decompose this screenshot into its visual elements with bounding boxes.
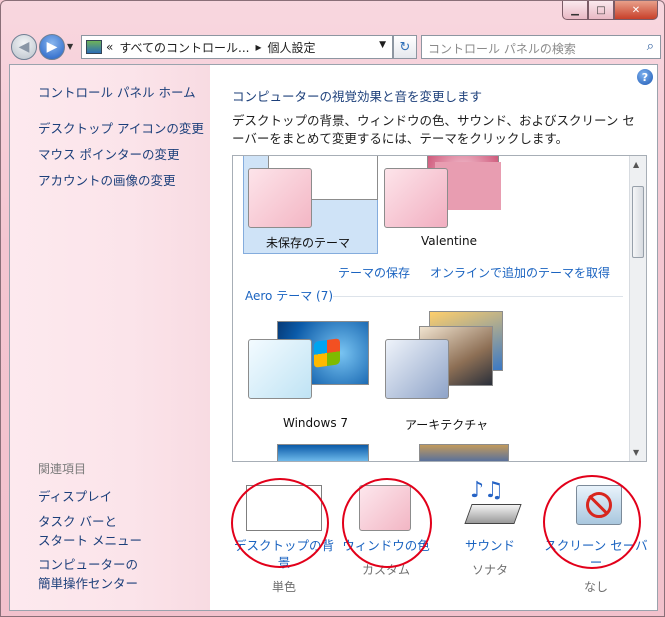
next-theme-thumb[interactable] <box>277 444 369 461</box>
breadcrumb-all-control-panel[interactable]: すべてのコントロール... <box>119 39 249 56</box>
scroll-down-icon[interactable]: ▼ <box>633 448 639 457</box>
sidebar: コントロール パネル ホーム デスクトップ アイコンの変更 マウス ポインターの… <box>10 65 210 610</box>
search-icon[interactable]: ⌕ <box>647 39 654 54</box>
valentine-window-thumb <box>384 168 448 228</box>
theme-windows-7[interactable]: Windows 7 <box>243 316 373 436</box>
sidebar-taskbar-line1: タスク バーと <box>38 514 117 529</box>
sidebar-control-panel-home[interactable]: コントロール パネル ホーム <box>38 82 196 101</box>
annotation-circle-window-color <box>342 478 432 568</box>
back-button[interactable]: ◀ <box>11 34 37 60</box>
theme-valentine[interactable]: ♥ Valentine <box>383 156 513 254</box>
page-title: コンピューターの視覚効果と音を変更します <box>232 89 483 104</box>
scroll-up-icon[interactable]: ▲ <box>633 160 639 169</box>
annotation-circle-screen-saver <box>543 475 641 569</box>
desktop-background-value: 単色 <box>271 580 296 594</box>
unsaved-theme-label: 未保存のテーマ <box>266 236 351 250</box>
sidebar-ease-line1: コンピューターの <box>38 557 139 572</box>
breadcrumb-personalization[interactable]: 個人設定 <box>268 39 316 56</box>
search-placeholder: コントロール パネルの検索 <box>428 42 576 56</box>
sidebar-change-mouse-pointer[interactable]: マウス ポインターの変更 <box>38 144 179 163</box>
sound-icon: ♪♫ <box>464 478 522 530</box>
close-button[interactable]: ✕ <box>614 1 658 20</box>
maximize-button[interactable]: □ <box>588 1 614 20</box>
sound-label[interactable]: サウンド <box>450 537 530 554</box>
breadcrumb-overflow[interactable]: « <box>106 40 113 54</box>
breadcrumb-separator[interactable]: ▸ <box>255 40 261 54</box>
refresh-button[interactable]: ↻ <box>393 35 417 59</box>
aero-divider <box>333 296 623 297</box>
sound-value: ソナタ <box>471 563 508 577</box>
sidebar-taskbar-line2: スタート メニュー <box>38 533 142 548</box>
valentine-theme-label: Valentine <box>421 234 477 248</box>
caption-buttons: ▁ □ ✕ <box>562 1 658 20</box>
annotation-circle-desktop-background <box>231 478 329 568</box>
windows7-theme-label: Windows 7 <box>283 416 349 430</box>
related-heading: 関連項目 <box>38 462 87 476</box>
music-note-icon: ♪♫ <box>470 478 504 503</box>
speaker-device-icon <box>464 504 522 524</box>
sidebar-change-desktop-icons[interactable]: デスクトップ アイコンの変更 <box>38 118 204 137</box>
sidebar-taskbar-start-menu[interactable]: タスク バーと スタート メニュー <box>38 512 142 550</box>
sidebar-display[interactable]: ディスプレイ <box>38 486 112 505</box>
page-description: デスクトップの背景、ウィンドウの色、サウンド、およびスクリーン セーバーをまとめ… <box>232 113 635 146</box>
windows-logo-icon <box>314 338 340 368</box>
control-panel-window: ▁ □ ✕ ◀ ▶ ▼ « すべてのコントロール... ▸ 個人設定 ▼ ↻ コ… <box>0 0 665 617</box>
next-theme-thumb-2[interactable] <box>419 444 509 461</box>
save-theme-link[interactable]: テーマの保存 <box>338 264 410 281</box>
theme-list[interactable]: 未保存のテーマ ♥ Valentine テーマの保存 オンラインで追加のテーマを… <box>232 155 647 462</box>
sidebar-ease-of-access[interactable]: コンピューターの 簡単操作センター <box>38 555 138 593</box>
search-input[interactable]: コントロール パネルの検索 ⌕ <box>421 35 661 59</box>
architecture-window-thumb <box>385 339 449 399</box>
windows7-window-thumb <box>248 339 312 399</box>
architecture-theme-label: アーキテクチャ <box>405 418 489 432</box>
get-more-themes-online-link[interactable]: オンラインで追加のテーマを取得 <box>430 264 610 281</box>
unsaved-window-thumb <box>248 168 312 228</box>
theme-unsaved[interactable]: 未保存のテーマ <box>243 156 378 254</box>
client-area: コントロール パネル ホーム デスクトップ アイコンの変更 マウス ポインターの… <box>9 64 658 611</box>
address-dropdown-icon[interactable]: ▼ <box>379 40 386 50</box>
forward-button[interactable]: ▶ <box>39 34 65 60</box>
minimize-button[interactable]: ▁ <box>562 1 588 20</box>
theme-list-scrollbar[interactable]: ▲ ▼ <box>629 156 646 461</box>
navigation-bar: ◀ ▶ ▼ « すべてのコントロール... ▸ 個人設定 ▼ ↻ コントロール … <box>9 32 661 60</box>
aero-themes-heading: Aero テーマ (7) <box>245 289 334 303</box>
help-icon[interactable]: ? <box>637 69 653 85</box>
screen-saver-value: なし <box>583 580 608 594</box>
scroll-thumb[interactable] <box>632 186 644 258</box>
sidebar-change-account-picture[interactable]: アカウントの画像の変更 <box>38 170 176 189</box>
recent-pages-dropdown[interactable]: ▼ <box>67 42 73 51</box>
theme-architecture[interactable]: アーキテクチャ <box>383 311 513 436</box>
sidebar-ease-line2: 簡単操作センター <box>38 576 139 591</box>
control-panel-icon <box>86 40 102 54</box>
address-bar[interactable]: « すべてのコントロール... ▸ 個人設定 ▼ <box>81 35 393 59</box>
